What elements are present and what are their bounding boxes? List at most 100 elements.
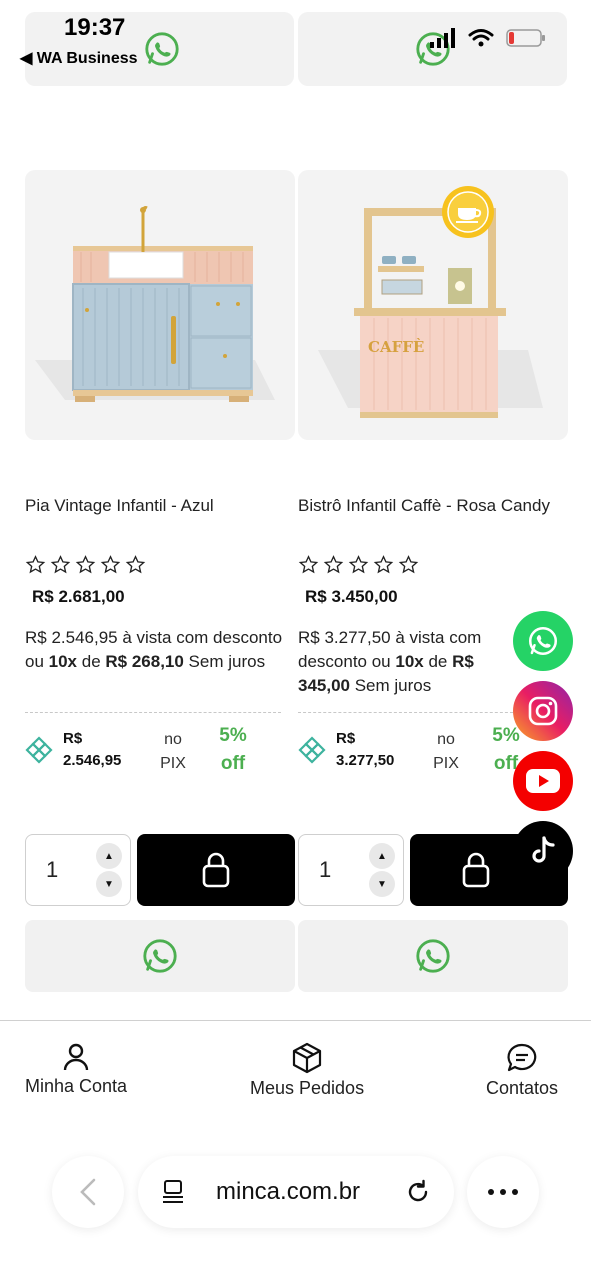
installment-count: 10x [395, 652, 424, 671]
nav-label: Minha Conta [25, 1076, 128, 1096]
pix-discount-row: R$ 2.546,95 no PIX 5% off [25, 722, 285, 782]
product-name[interactable]: Pia Vintage Infantil - Azul [25, 494, 295, 518]
nav-meus-pedidos[interactable]: Meus Pedidos [250, 1042, 364, 1099]
top-card-right[interactable] [298, 12, 567, 86]
pix-icon [298, 736, 326, 764]
pix-amount-value: 2.546,95 [63, 752, 122, 769]
battery-icon [506, 29, 545, 47]
installment-info: R$ 2.546,95 à vista com desconto ou 10x … [25, 626, 297, 674]
pix-amount-currency: R$ [336, 730, 356, 747]
pix-discount-percent: 5% [219, 725, 247, 746]
tiktok-float-button[interactable] [513, 821, 573, 881]
status-time: 19:37 [64, 14, 126, 41]
whatsapp-order-button[interactable] [298, 920, 568, 992]
lock-icon [202, 852, 230, 888]
quantity-stepper[interactable]: 1 ▲ ▼ [25, 834, 131, 906]
star-icon [100, 555, 121, 574]
star-icon [125, 555, 146, 574]
installment-suffix: Sem juros [183, 652, 266, 671]
whatsapp-icon [145, 32, 179, 66]
tiktok-icon [532, 836, 555, 863]
product-image[interactable]: CAFFÈ [298, 170, 568, 440]
pix-text: PIX [160, 755, 186, 772]
star-icon [298, 555, 319, 574]
quantity-value[interactable]: 1 [319, 857, 331, 883]
pix-label: no PIX [426, 728, 466, 776]
quantity-stepper[interactable]: 1 ▲ ▼ [298, 834, 404, 906]
pix-icon [25, 736, 53, 764]
product-price: R$ 2.681,00 [32, 587, 125, 606]
status-back-app[interactable]: ◀ WA Business [20, 48, 138, 68]
add-to-cart-button[interactable] [137, 834, 295, 906]
whatsapp-icon [416, 939, 450, 973]
caffe-sign: CAFFÈ [368, 338, 424, 356]
installment-de: de [423, 652, 453, 671]
divider [0, 1020, 591, 1021]
pix-no-text: no [164, 731, 182, 748]
pix-amount-currency: R$ [63, 730, 83, 747]
installment-de: de [77, 652, 106, 671]
youtube-icon [526, 769, 560, 793]
whatsapp-icon [528, 626, 558, 656]
product-image[interactable] [25, 170, 295, 440]
pix-text: PIX [433, 755, 459, 772]
url-text[interactable]: minca.com.br [216, 1178, 360, 1206]
installment-suffix: Sem juros [350, 676, 432, 695]
signal-icon [430, 28, 455, 48]
installment-value: R$ 268,10 [105, 652, 184, 671]
star-icon [398, 555, 419, 574]
wifi-icon [468, 29, 494, 47]
lock-icon [462, 852, 490, 888]
browser-back-button[interactable] [52, 1156, 124, 1228]
pix-discount-off: off [220, 753, 246, 774]
youtube-float-button[interactable] [513, 751, 573, 811]
status-icons [430, 28, 546, 48]
address-bar[interactable]: minca.com.br [138, 1156, 454, 1228]
product-illustration: CAFFÈ [318, 186, 543, 418]
pix-amount: R$ 2.546,95 [63, 728, 143, 772]
installment-count: 10x [48, 652, 78, 671]
decrement-button[interactable]: ▼ [369, 871, 395, 897]
quantity-value[interactable]: 1 [46, 857, 58, 883]
instagram-float-button[interactable] [513, 681, 573, 741]
nav-label: Contatos [486, 1078, 559, 1098]
decrement-button[interactable]: ▼ [96, 871, 122, 897]
divider [298, 712, 518, 713]
whatsapp-order-button[interactable] [25, 920, 295, 992]
nav-contatos[interactable]: Contatos [486, 1042, 558, 1099]
star-icon [323, 555, 344, 574]
more-icon [488, 1189, 518, 1195]
star-rating [25, 555, 146, 575]
reload-icon[interactable] [404, 1178, 432, 1206]
user-icon [63, 1043, 89, 1071]
product-price: R$ 3.450,00 [305, 587, 398, 606]
more-options-button[interactable] [467, 1156, 539, 1228]
pix-amount-value: 3.277,50 [336, 752, 395, 769]
back-icon [80, 1178, 96, 1206]
pix-no-text: no [437, 731, 455, 748]
whatsapp-float-button[interactable] [513, 611, 573, 671]
star-icon [75, 555, 96, 574]
product-illustration [35, 206, 275, 402]
star-icon [25, 555, 46, 574]
nav-label: Meus Pedidos [250, 1078, 365, 1098]
star-icon [348, 555, 369, 574]
divider [25, 712, 281, 713]
star-icon [373, 555, 394, 574]
instagram-icon [528, 696, 558, 726]
package-icon [292, 1042, 322, 1074]
tabs-icon[interactable] [160, 1179, 186, 1205]
pix-discount-badge: 5% off [213, 722, 253, 778]
star-rating [298, 555, 419, 575]
chat-icon [507, 1043, 537, 1072]
increment-button[interactable]: ▲ [369, 843, 395, 869]
pix-label: no PIX [153, 728, 193, 776]
browser-toolbar: minca.com.br [0, 1156, 591, 1230]
nav-minha-conta[interactable]: Minha Conta [25, 1042, 127, 1097]
installment-info: R$ 3.277,50 à vista com desconto ou 10x … [298, 626, 512, 698]
product-name[interactable]: Bistrô Infantil Caffè - Rosa Candy [298, 494, 568, 518]
pix-amount: R$ 3.277,50 [336, 728, 416, 772]
star-icon [50, 555, 71, 574]
increment-button[interactable]: ▲ [96, 843, 122, 869]
pix-discount-row: R$ 3.277,50 no PIX 5% off [298, 722, 538, 782]
